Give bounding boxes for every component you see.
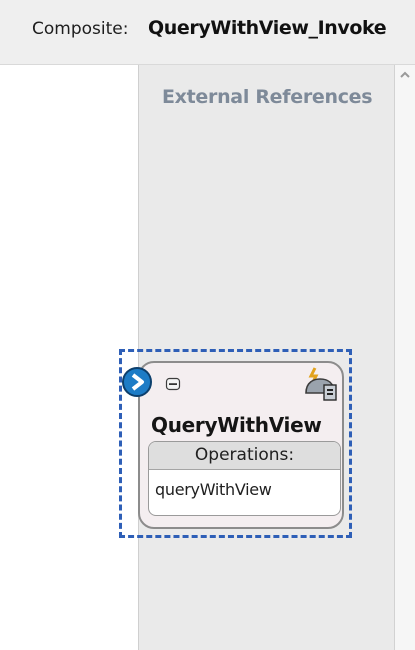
external-references-title: External References xyxy=(162,86,373,108)
operations-panel: Operations: queryWithView xyxy=(148,441,341,516)
composite-header: Composite: QueryWithView_Invoke xyxy=(0,0,415,65)
operation-item[interactable]: queryWithView xyxy=(149,470,340,510)
component-name: QueryWithView xyxy=(151,413,322,437)
vertical-scrollbar[interactable] xyxy=(394,65,415,650)
composite-label: Composite: xyxy=(32,19,129,39)
service-entry-icon[interactable] xyxy=(121,366,153,398)
database-adapter-icon xyxy=(305,367,337,401)
collapse-icon[interactable] xyxy=(165,376,181,392)
scroll-up-arrow-icon[interactable] xyxy=(398,68,412,82)
operations-header: Operations: xyxy=(149,442,340,470)
services-lane xyxy=(0,65,138,650)
composite-name: QueryWithView_Invoke xyxy=(148,17,387,39)
